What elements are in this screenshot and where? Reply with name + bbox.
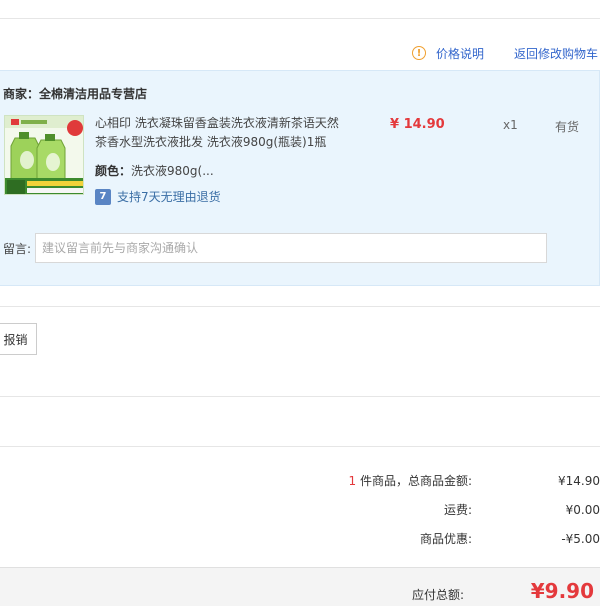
payable-total-label: 应付总额:	[411, 588, 464, 602]
shipping-value: ¥0.00	[565, 502, 600, 517]
color-value: 洗衣液980g(...	[131, 164, 214, 178]
price-note-link[interactable]: ! 价格说明	[411, 45, 484, 62]
divider-after-order	[0, 306, 600, 307]
goods-total-row: 1 件商品，总商品金额: ¥14.90	[349, 472, 601, 489]
product-price: ¥ 14.90	[390, 117, 445, 132]
shipping-row: 运费: ¥0.00	[444, 501, 600, 518]
product-title-link[interactable]: 心相印 洗衣凝珠留香盒装洗衣液清新茶语天然茶香水型洗衣液批发 洗衣液980g(瓶…	[95, 114, 345, 152]
discount-row: 商品优惠: -¥5.00	[420, 530, 600, 547]
back-to-cart-link[interactable]: 返回修改购物车	[514, 45, 606, 62]
price-note-label: 价格说明	[435, 46, 484, 61]
product-color: 颜色：洗衣液980g(...	[95, 162, 214, 179]
return-policy-text: 支持7天无理由退货	[117, 190, 221, 204]
product-thumbnail[interactable]	[4, 115, 84, 195]
top-divider	[0, 18, 600, 19]
item-count: 1	[348, 474, 357, 488]
shop-name: 商家：全棉清洁用品专营店	[3, 87, 148, 101]
payable-total-value: ¥9.90	[530, 579, 594, 603]
remark-label: 留言:	[3, 242, 32, 256]
divider-after-invoice	[0, 396, 600, 397]
divider-before-summary	[0, 446, 600, 447]
goods-total-value: ¥14.90	[558, 473, 600, 488]
color-label: 颜色：	[95, 164, 132, 178]
discount-value: -¥5.00	[561, 531, 600, 546]
payable-total-bar: 应付总额: ¥9.90	[0, 567, 600, 606]
remark-input[interactable]	[35, 233, 547, 263]
top-links: ! 价格说明 返回修改购物车	[411, 44, 606, 62]
product-quantity: x1	[503, 118, 518, 132]
info-circle-icon: !	[411, 46, 426, 60]
seven-day-return-icon: 7	[95, 188, 111, 205]
product-image-icon	[5, 116, 83, 194]
discount-label: 商品优惠:	[419, 532, 472, 546]
goods-total-label: 1 件商品，总商品金额:	[349, 472, 473, 489]
return-policy[interactable]: 7 支持7天无理由退货	[95, 188, 221, 205]
reimburse-button[interactable]: 报销	[0, 323, 37, 355]
stock-status: 有货	[555, 120, 580, 134]
shipping-label: 运费:	[443, 503, 472, 517]
item-count-suffix: 件商品，总商品金额:	[356, 474, 472, 488]
